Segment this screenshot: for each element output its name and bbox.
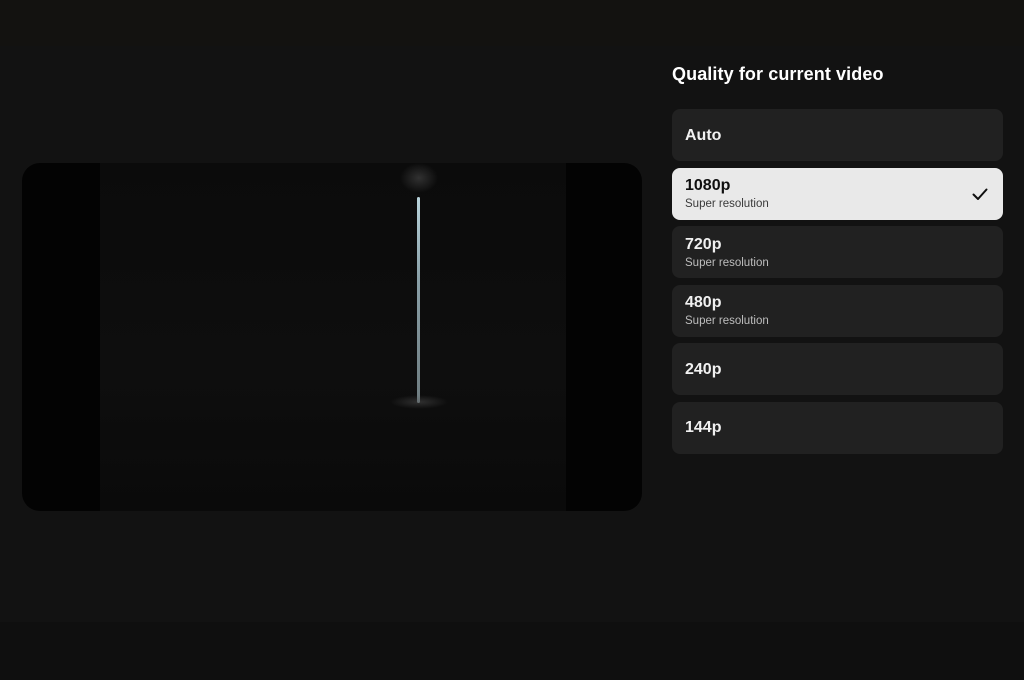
quality-option-240p[interactable]: 240p [672, 343, 1003, 395]
option-label: Auto [685, 126, 722, 144]
check-icon [972, 188, 988, 200]
option-label: 480p [685, 294, 722, 311]
quality-option-480p[interactable]: 480p Super resolution [672, 284, 1003, 337]
pole-reflection [390, 395, 448, 409]
top-bar [0, 0, 1024, 46]
quality-option-144p[interactable]: 144p [672, 401, 1003, 454]
video-content [100, 163, 566, 511]
option-label: 1080p [685, 177, 731, 194]
option-label: 720p [685, 235, 722, 253]
light-glow [400, 163, 438, 193]
option-sublabel: Super resolution [685, 198, 769, 210]
light-pole [417, 197, 420, 403]
option-label: 144p [685, 419, 722, 436]
video-preview [22, 163, 642, 511]
option-sublabel: Super resolution [685, 256, 769, 269]
bottom-band [0, 622, 1024, 680]
quality-option-auto[interactable]: Auto [672, 109, 1003, 161]
panel-title: Quality for current video [672, 64, 884, 84]
quality-options-list: Auto 1080p Super resolution 720p Super r… [672, 109, 1003, 460]
quality-option-1080p[interactable]: 1080p Super resolution [672, 167, 1003, 220]
tv-screen: Quality for current video Auto 1080p Sup… [0, 0, 1024, 680]
option-label: 240p [685, 360, 722, 378]
option-sublabel: Super resolution [685, 315, 769, 327]
quality-option-720p[interactable]: 720p Super resolution [672, 226, 1003, 278]
